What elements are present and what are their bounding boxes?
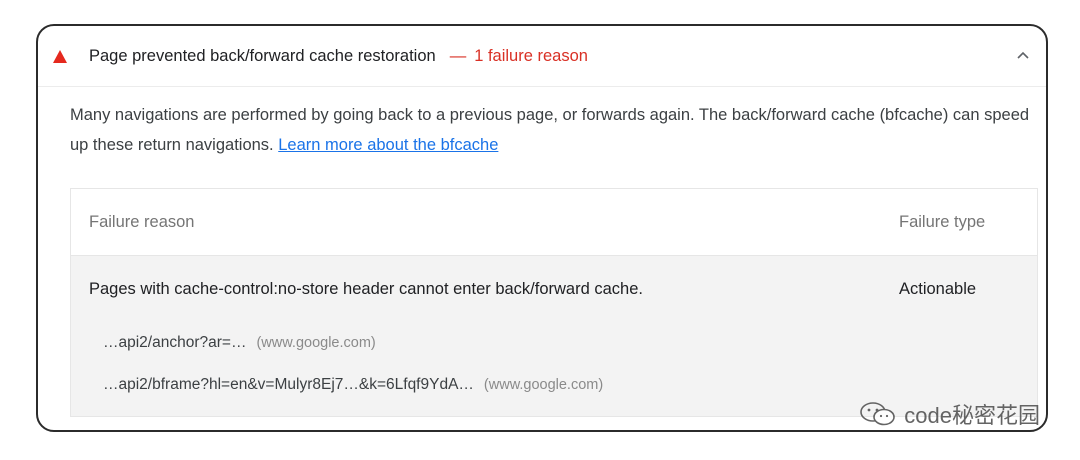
row-main: Pages with cache-control:no-store header… (89, 256, 1019, 322)
title-separator: — (449, 46, 467, 65)
header-failure-type: Failure type (899, 212, 986, 231)
table-row: Pages with cache-control:no-store header… (71, 256, 1037, 416)
subitem-origin: (www.google.com) (483, 377, 604, 393)
bfcache-audit-card: Page prevented back/forward cache restor… (36, 24, 1048, 432)
watermark: code秘密花园 (858, 398, 1040, 430)
subitem-origin: (www.google.com) (256, 335, 376, 351)
table-header: Failure reason Failure type (71, 189, 1037, 256)
wechat-icon (860, 402, 896, 426)
failure-type-text: Actionable (899, 279, 977, 298)
subitem-url-text: …api2/anchor?ar=… (103, 334, 247, 351)
header-failure-reason: Failure reason (89, 212, 195, 231)
subitem-url: …api2/anchor?ar=… (www.google.com) (89, 322, 1019, 364)
audit-body: Many navigations are performed by going … (38, 100, 1046, 417)
learn-more-link[interactable]: Learn more about the bfcache (278, 136, 498, 154)
watermark-text: code秘密花园 (904, 403, 1040, 428)
failure-table: Failure reason Failure type Pages with c… (70, 188, 1038, 417)
failure-count: 1 failure reason (474, 46, 588, 65)
failure-reason-text: Pages with cache-control:no-store header… (89, 279, 643, 298)
description-text: Many navigations are performed by going … (70, 106, 1030, 154)
audit-title: Page prevented back/forward cache restor… (89, 46, 436, 65)
chevron-up-icon[interactable] (1014, 46, 1032, 64)
warning-triangle-icon (53, 49, 67, 63)
audit-header[interactable]: Page prevented back/forward cache restor… (38, 26, 1046, 87)
audit-description: Many navigations are performed by going … (70, 100, 1030, 160)
subitem-url-text: …api2/bframe?hl=en&v=Mulyr8Ej7…&k=6Lfqf9… (103, 376, 474, 393)
